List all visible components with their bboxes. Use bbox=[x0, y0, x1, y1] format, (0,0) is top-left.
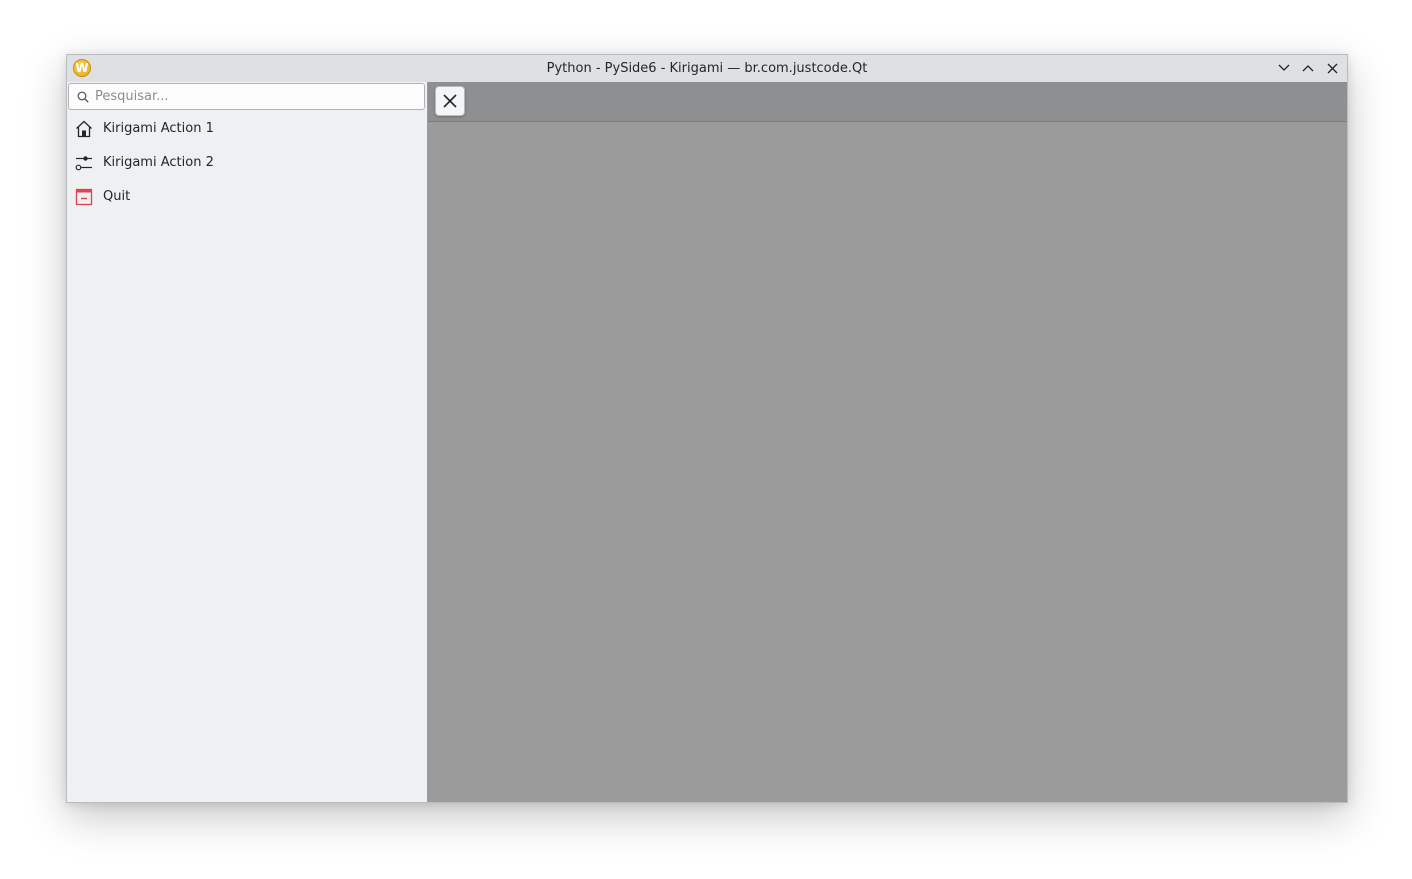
close-icon bbox=[1327, 63, 1337, 73]
global-drawer: Kirigami Action 1 Kirigami Action 2 Quit bbox=[67, 82, 428, 802]
close-icon bbox=[443, 94, 457, 108]
maximize-button[interactable] bbox=[1299, 59, 1317, 77]
application-exit-icon bbox=[75, 188, 93, 206]
drawer-item-label: Quit bbox=[103, 189, 131, 204]
home-icon bbox=[76, 120, 92, 138]
chevron-down-icon bbox=[1278, 64, 1290, 71]
search-input[interactable] bbox=[95, 87, 415, 106]
search-field[interactable] bbox=[68, 83, 425, 110]
page-header bbox=[428, 82, 1347, 122]
drawer-item-label: Kirigami Action 1 bbox=[103, 121, 214, 136]
minimize-button[interactable] bbox=[1275, 59, 1293, 77]
settings-sliders-icon bbox=[75, 156, 92, 171]
chevron-up-icon bbox=[1302, 65, 1314, 72]
drawer-item-kirigami-action-1[interactable]: Kirigami Action 1 bbox=[67, 112, 426, 146]
search-icon bbox=[77, 91, 89, 103]
window-title: Python - PySide6 - Kirigami — br.com.jus… bbox=[546, 61, 868, 76]
application-window: W Python - PySide6 - Kirigami — br.com.j… bbox=[66, 54, 1348, 803]
close-window-button[interactable] bbox=[1323, 59, 1341, 77]
page-content-dimmed[interactable] bbox=[428, 82, 1347, 802]
drawer-item-label: Kirigami Action 2 bbox=[103, 155, 214, 170]
drawer-item-quit[interactable]: Quit bbox=[67, 180, 426, 214]
title-bar[interactable]: W Python - PySide6 - Kirigami — br.com.j… bbox=[67, 55, 1347, 83]
close-drawer-button[interactable] bbox=[435, 86, 465, 116]
drawer-item-kirigami-action-2[interactable]: Kirigami Action 2 bbox=[67, 146, 426, 180]
